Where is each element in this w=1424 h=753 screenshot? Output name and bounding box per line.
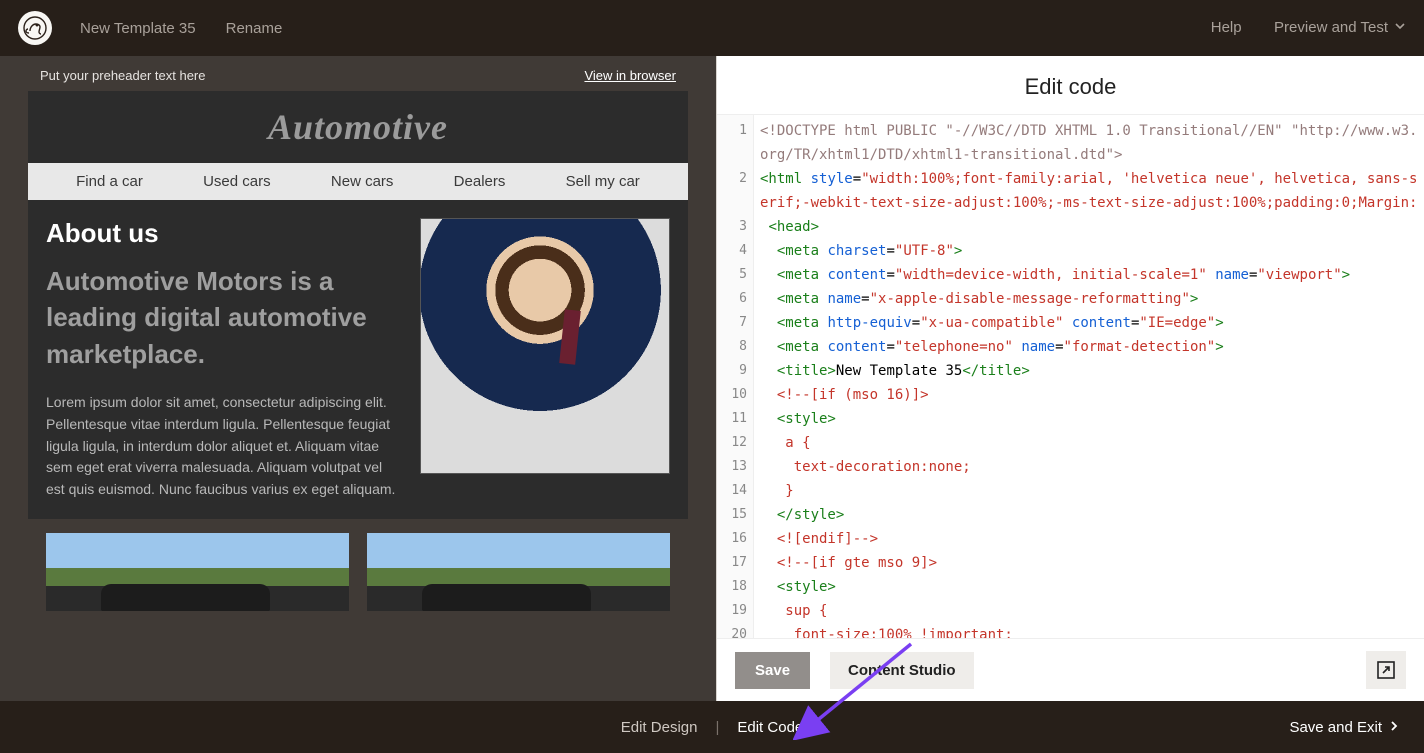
rename-link[interactable]: Rename: [226, 20, 283, 37]
mailchimp-logo-icon[interactable]: [18, 11, 52, 45]
content-studio-button[interactable]: Content Studio: [830, 652, 973, 689]
tab-divider: |: [715, 719, 719, 736]
view-in-browser-link[interactable]: View in browser: [584, 68, 676, 83]
brand-bar: Automotive: [28, 91, 688, 163]
nav-used-cars[interactable]: Used cars: [203, 173, 271, 190]
code-pane-title: Edit code: [717, 56, 1424, 114]
preview-test-label: Preview and Test: [1274, 19, 1388, 36]
top-bar: New Template 35 Rename Help Preview and …: [0, 0, 1424, 56]
edit-code-tab[interactable]: Edit Code: [737, 719, 803, 736]
about-subheading: Automotive Motors is a leading digital a…: [46, 263, 402, 372]
nav-find-car[interactable]: Find a car: [76, 173, 143, 190]
template-name[interactable]: New Template 35: [80, 20, 196, 37]
preview-pane: Put your preheader text here View in bro…: [0, 56, 716, 701]
help-link[interactable]: Help: [1211, 19, 1242, 36]
bottom-center: Edit Design | Edit Code: [621, 719, 804, 736]
about-heading: About us: [46, 218, 402, 249]
preview-header-row: Put your preheader text here View in bro…: [0, 56, 716, 91]
car-image-2: [367, 533, 670, 611]
save-button[interactable]: Save: [735, 652, 810, 689]
about-body: Lorem ipsum dolor sit amet, consectetur …: [46, 392, 402, 500]
about-block: About us Automotive Motors is a leading …: [28, 200, 688, 519]
expand-icon[interactable]: [1366, 651, 1406, 689]
preheader-text: Put your preheader text here: [40, 68, 206, 83]
edit-design-tab[interactable]: Edit Design: [621, 719, 698, 736]
chevron-down-icon: [1394, 19, 1406, 36]
nav-new-cars[interactable]: New cars: [331, 173, 394, 190]
about-image: [420, 218, 670, 474]
car-image-1: [46, 533, 349, 611]
nav-sell-my-car[interactable]: Sell my car: [566, 173, 640, 190]
email-body: Automotive Find a car Used cars New cars…: [28, 91, 688, 519]
code-lines[interactable]: <!DOCTYPE html PUBLIC "-//W3C//DTD XHTML…: [754, 115, 1424, 638]
main: Put your preheader text here View in bro…: [0, 56, 1424, 701]
line-number-gutter: 1234567891011121314151617181920: [717, 115, 754, 638]
code-editor[interactable]: 1234567891011121314151617181920 <!DOCTYP…: [717, 114, 1424, 638]
car-image-row: [28, 519, 688, 611]
nav-row: Find a car Used cars New cars Dealers Se…: [28, 163, 688, 200]
preview-test-dropdown[interactable]: Preview and Test: [1274, 19, 1406, 36]
brand-logo-text: Automotive: [268, 106, 448, 148]
save-and-exit-label: Save and Exit: [1289, 719, 1382, 736]
about-text-column: About us Automotive Motors is a leading …: [46, 218, 402, 501]
save-and-exit-button[interactable]: Save and Exit: [1289, 719, 1400, 736]
chevron-right-icon: [1388, 719, 1400, 736]
bottom-bar: Edit Design | Edit Code Save and Exit: [0, 701, 1424, 753]
nav-dealers[interactable]: Dealers: [454, 173, 506, 190]
code-pane: Edit code 123456789101112131415161718192…: [716, 56, 1424, 701]
code-actions: Save Content Studio: [717, 638, 1424, 701]
